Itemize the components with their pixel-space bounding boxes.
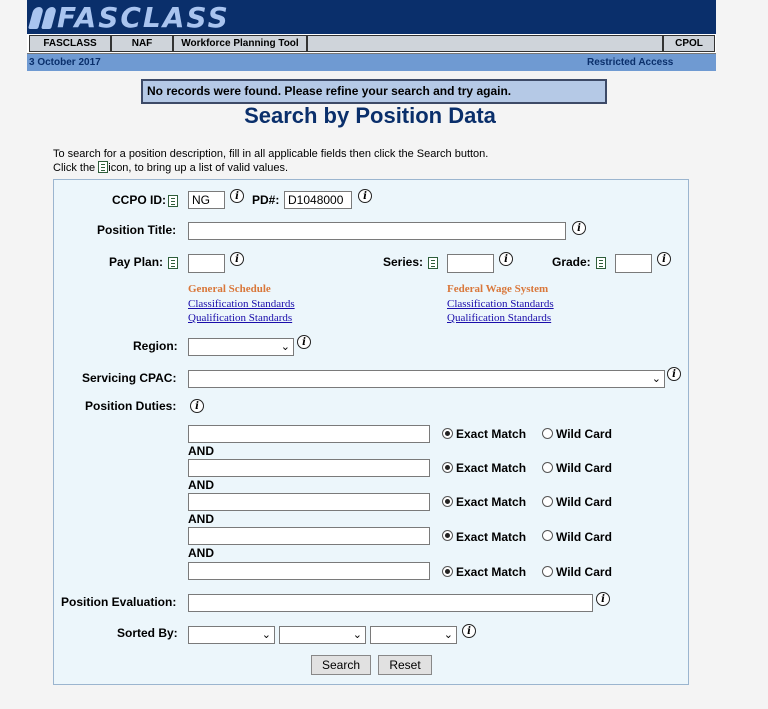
fws-qualification-standards-link[interactable]: Qualification Standards	[447, 312, 551, 324]
and-label: AND	[188, 512, 214, 526]
no-records-alert: No records were found. Please refine you…	[141, 79, 607, 104]
sort-select-1[interactable]: ⌄	[188, 626, 275, 644]
chevron-down-icon: ⌄	[280, 341, 290, 353]
chevron-down-icon: ⌄	[443, 629, 453, 641]
position-evaluation-label: Position Evaluation:	[61, 595, 177, 609]
position-evaluation-input[interactable]	[188, 594, 593, 612]
servicing-cpac-info-icon[interactable]: i	[667, 367, 681, 381]
position-evaluation-info-icon[interactable]: i	[596, 592, 610, 606]
duty-4-exact-radio[interactable]	[442, 530, 453, 541]
chevron-down-icon: ⌄	[261, 629, 271, 641]
position-title-input[interactable]	[188, 222, 566, 240]
servicing-cpac-select[interactable]: ⌄	[188, 370, 665, 388]
and-label: AND	[188, 478, 214, 492]
reset-button[interactable]: Reset	[378, 655, 432, 675]
duty-3-wild-label: Wild Card	[556, 495, 612, 509]
instructions-line-1: To search for a position description, fi…	[53, 148, 489, 160]
access-level: Restricted Access	[587, 57, 674, 68]
chevron-down-icon: ⌄	[352, 629, 362, 641]
gs-qualification-standards-link[interactable]: Qualification Standards	[188, 312, 292, 324]
nav-naf[interactable]: NAF	[111, 35, 173, 52]
region-label: Region:	[133, 339, 178, 353]
duty-1-exact-radio[interactable]	[442, 428, 453, 439]
search-button[interactable]: Search	[311, 655, 371, 675]
current-date: 3 October 2017	[29, 57, 101, 68]
general-schedule-heading: General Schedule	[188, 283, 271, 295]
pay-plan-info-icon[interactable]: i	[230, 252, 244, 266]
region-select[interactable]: ⌄	[188, 338, 294, 356]
gs-classification-standards-link[interactable]: Classification Standards	[188, 298, 295, 310]
page-title: Search by Position Data	[244, 103, 496, 128]
duty-1-exact-label: Exact Match	[456, 427, 527, 441]
nav-spacer	[307, 35, 663, 52]
grade-input[interactable]	[615, 254, 652, 273]
logo-bar: FASCLASS	[27, 0, 716, 34]
duty-5-wild-label: Wild Card	[556, 565, 612, 579]
position-duties-info-icon[interactable]: i	[190, 399, 204, 413]
nav-bar: FASCLASS NAF Workforce Planning Tool CPO…	[27, 34, 716, 54]
series-list-icon[interactable]	[428, 257, 438, 269]
series-input[interactable]	[447, 254, 494, 273]
fasclass-logo[interactable]: FASCLASS	[28, 4, 230, 32]
duty-4-exact-label: Exact Match	[456, 530, 527, 544]
chevron-down-icon: ⌄	[651, 373, 661, 385]
federal-wage-system-heading: Federal Wage System	[447, 283, 549, 295]
sorted-by-info-icon[interactable]: i	[462, 624, 476, 638]
fws-classification-standards-link[interactable]: Classification Standards	[447, 298, 554, 310]
sorted-by-label: Sorted By:	[117, 626, 178, 640]
duty-3-exact-radio[interactable]	[442, 496, 453, 507]
duty-input-5[interactable]	[188, 562, 430, 580]
grade-list-icon[interactable]	[596, 257, 606, 269]
ccpo-id-label: CCPO ID:	[112, 193, 166, 207]
duty-2-wild-radio[interactable]	[542, 462, 553, 473]
pay-plan-label: Pay Plan:	[109, 255, 164, 269]
nav-fasclass[interactable]: FASCLASS	[29, 35, 111, 52]
duty-2-wild-label: Wild Card	[556, 461, 612, 475]
series-label: Series:	[383, 255, 424, 269]
duty-5-exact-label: Exact Match	[456, 565, 527, 579]
duty-4-wild-radio[interactable]	[542, 530, 553, 541]
pd-number-input[interactable]: D1048000	[284, 191, 352, 209]
grade-info-icon[interactable]: i	[657, 252, 671, 266]
duty-2-exact-label: Exact Match	[456, 461, 527, 475]
pd-info-icon[interactable]: i	[358, 189, 372, 203]
duty-1-wild-radio[interactable]	[542, 428, 553, 439]
duty-input-1[interactable]	[188, 425, 430, 443]
duty-5-wild-radio[interactable]	[542, 566, 553, 577]
duty-3-exact-label: Exact Match	[456, 495, 527, 509]
servicing-cpac-label: Servicing CPAC:	[82, 371, 177, 385]
info-bar: 3 October 2017 Restricted Access	[27, 54, 716, 71]
grade-label: Grade:	[552, 255, 591, 269]
duty-1-wild-label: Wild Card	[556, 427, 612, 441]
duty-3-wild-radio[interactable]	[542, 496, 553, 507]
sort-select-2[interactable]: ⌄	[279, 626, 366, 644]
person-icon	[41, 7, 57, 29]
instructions-line-2: Click the icon, to bring up a list of va…	[53, 161, 289, 174]
duty-input-4[interactable]	[188, 527, 430, 545]
nav-cpol[interactable]: CPOL	[663, 35, 715, 52]
pay-plan-input[interactable]	[188, 254, 225, 273]
ccpo-list-icon[interactable]	[168, 195, 178, 207]
position-title-label: Position Title:	[97, 223, 177, 237]
ccpo-id-input[interactable]: NG	[188, 191, 225, 209]
and-label: AND	[188, 546, 214, 560]
duty-input-2[interactable]	[188, 459, 430, 477]
pd-number-label: PD#:	[252, 193, 280, 207]
series-info-icon[interactable]: i	[499, 252, 513, 266]
ccpo-info-icon[interactable]: i	[230, 189, 244, 203]
region-info-icon[interactable]: i	[297, 335, 311, 349]
duty-5-exact-radio[interactable]	[442, 566, 453, 577]
list-icon	[98, 161, 109, 173]
position-title-info-icon[interactable]: i	[572, 221, 586, 235]
duty-input-3[interactable]	[188, 493, 430, 511]
pay-plan-list-icon[interactable]	[168, 257, 178, 269]
sort-select-3[interactable]: ⌄	[370, 626, 457, 644]
position-duties-label: Position Duties:	[85, 399, 177, 413]
duty-2-exact-radio[interactable]	[442, 462, 453, 473]
duty-4-wild-label: Wild Card	[556, 530, 612, 544]
nav-workforce-planning-tool[interactable]: Workforce Planning Tool	[173, 35, 307, 52]
and-label: AND	[188, 444, 214, 458]
